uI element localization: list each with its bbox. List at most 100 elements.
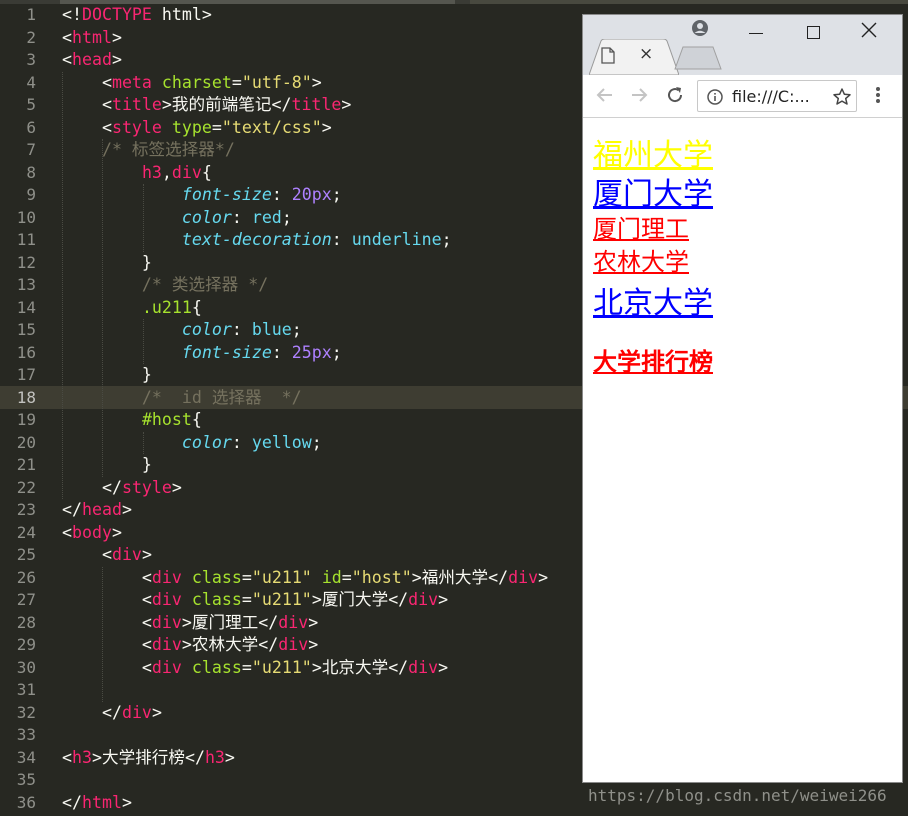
code-line[interactable]: <style type="text/css"> <box>62 117 332 140</box>
page-div-xiamen-ligong: 厦门理工 <box>593 215 689 243</box>
line-number: 35 <box>16 770 36 789</box>
code-token: < <box>62 567 152 587</box>
code-line[interactable]: text-decoration: underline; <box>62 229 452 252</box>
menu-icon[interactable] <box>875 85 881 109</box>
window-close-button[interactable] <box>861 20 877 44</box>
info-icon[interactable] <box>707 89 723 109</box>
code-token: > <box>308 635 319 654</box>
code-token: } <box>62 455 152 474</box>
code-token: class <box>191 567 242 587</box>
code-line[interactable]: color: yellow; <box>62 432 322 455</box>
code-line[interactable]: } <box>62 364 152 387</box>
code-line[interactable]: color: red; <box>62 207 292 230</box>
code-line[interactable]: </style> <box>62 477 182 500</box>
code-token: </ <box>388 590 409 609</box>
address-bar[interactable]: file:///C:... <box>697 80 857 112</box>
code-token: div <box>508 567 539 587</box>
code-token: div <box>151 657 182 677</box>
page-viewport: 福州大学 厦门大学 厦门理工 农林大学 北京大学 大学排行榜 <box>583 118 902 782</box>
forward-icon[interactable] <box>629 85 649 109</box>
code-line[interactable]: <h3>大学排行榜</h3> <box>62 747 235 770</box>
bookmark-star-icon[interactable] <box>832 87 852 111</box>
reload-icon[interactable] <box>665 85 685 109</box>
code-token: color <box>181 320 232 339</box>
line-number: 16 <box>16 342 36 362</box>
code-token: 福州大学 <box>421 567 489 587</box>
code-token: div <box>171 162 202 182</box>
code-token: > <box>341 95 352 114</box>
code-token: = <box>341 567 352 587</box>
line-number: 27 <box>16 590 36 609</box>
code-token: "u211" <box>251 657 312 677</box>
code-token: type <box>171 117 212 137</box>
indent-guide <box>143 319 144 364</box>
code-line[interactable]: </div> <box>62 702 162 725</box>
code-token: < <box>62 612 152 632</box>
code-line[interactable]: /* id 选择器 */ <box>62 387 302 410</box>
code-token: : <box>231 320 252 339</box>
code-line[interactable]: font-size: 25px; <box>62 342 342 365</box>
code-line[interactable]: <div>农林大学</div> <box>62 634 318 657</box>
code-token: = <box>231 72 242 92</box>
code-line[interactable]: <html> <box>62 27 122 50</box>
code-token: > <box>141 545 152 564</box>
tab-close-icon[interactable]: × <box>639 44 653 64</box>
line-number: 23 <box>16 500 36 519</box>
code-line[interactable]: } <box>62 252 152 275</box>
code-line[interactable]: h3,div{ <box>62 162 212 185</box>
code-line[interactable]: <title>我的前端笔记</title> <box>62 94 351 117</box>
code-line[interactable]: <head> <box>62 49 122 72</box>
code-line[interactable]: /* 标签选择器*/ <box>62 139 235 162</box>
code-line[interactable]: <div>厦门理工</div> <box>62 612 318 635</box>
code-token: h3 <box>204 747 225 767</box>
code-line[interactable]: font-size: 20px; <box>62 184 342 207</box>
line-number: 33 <box>16 725 36 744</box>
line-number: 20 <box>16 432 36 452</box>
code-token: < <box>62 747 72 767</box>
line-number: 24 <box>16 522 36 542</box>
code-token: > <box>121 792 132 812</box>
code-token: 农林大学 <box>191 635 259 654</box>
code-line[interactable]: <body> <box>62 522 122 545</box>
code-token: .u211 <box>141 297 192 317</box>
code-token: /* 类选择器 */ <box>62 275 269 294</box>
code-token: > <box>308 612 319 632</box>
code-token: > <box>438 590 449 609</box>
code-token: head <box>81 500 122 519</box>
code-line[interactable]: </head> <box>62 499 132 522</box>
url-text[interactable]: file:///C:... <box>732 87 810 106</box>
code-line[interactable]: <div> <box>62 544 152 567</box>
minimize-button[interactable] <box>749 33 763 34</box>
code-line[interactable]: <div class="u211">厦门大学</div> <box>62 589 448 612</box>
page-div-xiamen: 厦门大学 <box>593 177 713 212</box>
code-line[interactable]: </html> <box>62 792 132 815</box>
code-token: html <box>81 792 122 812</box>
code-line[interactable]: } <box>62 454 152 477</box>
code-line[interactable]: <div class="u211" id="host">福州大学</div> <box>62 567 548 590</box>
code-token: div <box>151 590 182 609</box>
code-line[interactable]: <div class="u211">北京大学</div> <box>62 657 448 680</box>
code-line[interactable]: <!DOCTYPE html> <box>62 4 212 27</box>
code-token: > <box>171 477 182 497</box>
code-token: < <box>62 27 72 47</box>
code-token: { <box>191 297 202 317</box>
editor-tab[interactable] <box>470 0 908 4</box>
code-line[interactable]: /* 类选择器 */ <box>62 274 268 297</box>
code-token: "host" <box>351 567 412 587</box>
maximize-button[interactable] <box>807 26 820 39</box>
back-icon[interactable] <box>595 85 615 109</box>
new-tab-button[interactable] <box>673 45 723 75</box>
code-line[interactable]: color: blue; <box>62 319 302 342</box>
file-icon <box>601 47 615 68</box>
code-line[interactable]: .u211{ <box>62 297 202 320</box>
code-line[interactable]: <meta charset="utf-8"> <box>62 72 322 95</box>
page-div-nonglin: 农林大学 <box>593 248 689 276</box>
code-line[interactable]: #host{ <box>62 409 202 432</box>
profile-icon[interactable] <box>691 19 709 41</box>
